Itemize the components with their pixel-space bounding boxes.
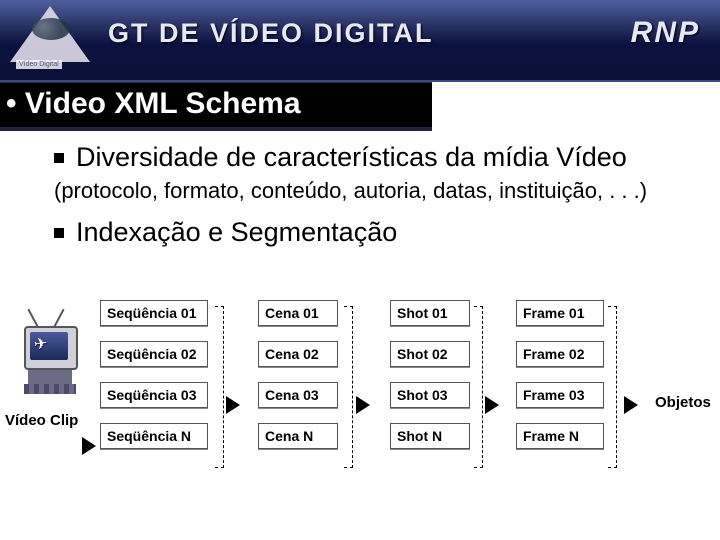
logo-label: Vídeo Digital	[16, 60, 62, 69]
brace-icon	[608, 306, 617, 468]
video-clip-label: Vídeo Clip	[5, 412, 78, 429]
tv-clip-icon: ✈	[18, 318, 80, 396]
square-bullet-icon	[54, 153, 64, 163]
bullet-1-sub: (protocolo, formato, conteúdo, autoria, …	[54, 178, 647, 203]
tag-frame: Frame N	[516, 423, 604, 449]
header-bar: Vídeo Digital GT DE VÍDEO DIGITAL RNP	[0, 0, 720, 82]
tag-seq: Seqüência 03	[100, 382, 208, 408]
arrow-right-icon	[624, 396, 638, 414]
tag-shot: Shot N	[390, 423, 470, 449]
tag-frame: Frame 03	[516, 382, 604, 408]
tag-shot: Shot 01	[390, 300, 470, 326]
tag-cena: Cena 02	[258, 341, 338, 367]
arrow-right-icon	[485, 396, 499, 414]
tag-frame: Frame 02	[516, 341, 604, 367]
brace-icon	[344, 306, 353, 468]
col-cena: Cena 01 Cena 02 Cena 03 Cena N	[258, 300, 338, 464]
tag-cena: Cena N	[258, 423, 338, 449]
brace-icon	[215, 306, 224, 468]
slide: Vídeo Digital GT DE VÍDEO DIGITAL RNP • …	[0, 0, 720, 540]
antenna-icon	[53, 309, 64, 328]
buildings-icon	[28, 370, 72, 392]
plane-icon: ✈	[33, 333, 49, 355]
col-shot: Shot 01 Shot 02 Shot 03 Shot N	[390, 300, 470, 464]
arrow-right-icon	[356, 396, 370, 414]
arrow-right-icon	[226, 396, 240, 414]
tag-cena: Cena 01	[258, 300, 338, 326]
slide-body: Diversidade de características da mídia …	[0, 131, 720, 248]
brace-icon	[474, 306, 483, 468]
bullet-2-text: Indexação e Segmentação	[76, 217, 397, 247]
tag-shot: Shot 02	[390, 341, 470, 367]
segmentation-diagram: ✈ Vídeo Clip Seqüência 01 Seqüência 02 S…	[10, 300, 710, 510]
slide-title: • Video XML Schema	[0, 82, 432, 131]
tv-screen: ✈	[30, 332, 68, 360]
antenna-icon	[27, 309, 38, 328]
tag-seq: Seqüência 02	[100, 341, 208, 367]
bullet-dot-icon: •	[6, 87, 25, 120]
header-logo: Vídeo Digital	[4, 4, 99, 74]
objects-label: Objetos	[655, 394, 711, 411]
bullet-2: Indexação e Segmentação	[54, 216, 702, 248]
tag-seq: Seqüência N	[100, 423, 208, 449]
tag-seq: Seqüência 01	[100, 300, 208, 326]
tag-cena: Cena 03	[258, 382, 338, 408]
tag-frame: Frame 01	[516, 300, 604, 326]
eye-icon	[32, 18, 70, 40]
col-sequencia: Seqüência 01 Seqüência 02 Seqüência 03 S…	[100, 300, 208, 464]
bullet-1: Diversidade de características da mídia …	[54, 141, 702, 206]
header-title: GT DE VÍDEO DIGITAL	[108, 18, 434, 49]
slide-title-text: Video XML Schema	[25, 87, 301, 120]
square-bullet-icon	[54, 228, 64, 238]
tag-shot: Shot 03	[390, 382, 470, 408]
arrow-right-icon	[82, 437, 96, 455]
header-rnp-label: RNP	[631, 16, 700, 50]
bullet-1-main: Diversidade de características da mídia …	[76, 142, 627, 172]
col-frame: Frame 01 Frame 02 Frame 03 Frame N	[516, 300, 604, 464]
